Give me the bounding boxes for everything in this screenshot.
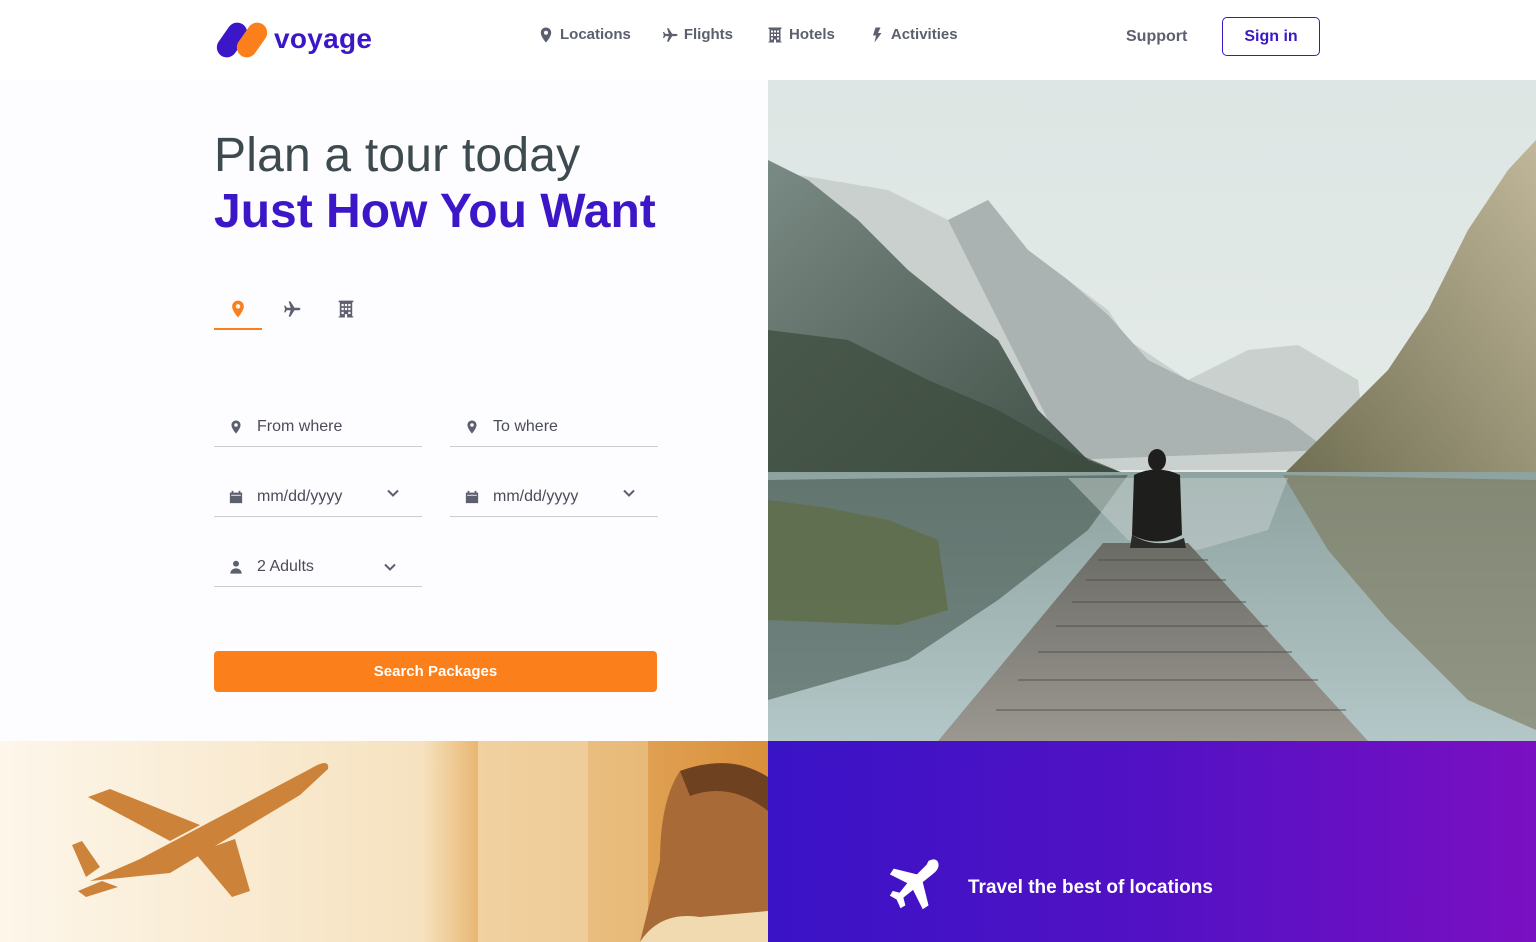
chevron-down-icon	[623, 489, 635, 497]
airplane-icon	[889, 859, 939, 910]
promo-banner: Travel the best of locations	[768, 741, 1536, 942]
logo[interactable]: voyage	[212, 18, 373, 62]
sign-in-button[interactable]: Sign in	[1222, 17, 1320, 56]
airplane-traveler-illustration	[0, 741, 768, 942]
travelers-value: 2 Adults	[257, 557, 314, 575]
depart-date-field[interactable]: mm/dd/yyyy	[214, 477, 422, 517]
map-marker-icon	[540, 27, 552, 42]
building-icon	[338, 300, 354, 318]
map-marker-icon	[467, 419, 477, 434]
return-date-field[interactable]: mm/dd/yyyy	[450, 477, 658, 517]
hero-title: Plan a tour today	[214, 129, 581, 182]
map-marker-icon	[232, 300, 244, 318]
support-link[interactable]: Support	[1126, 28, 1187, 46]
hero-subtitle: Just How You Want	[214, 185, 656, 238]
chevron-down-icon	[387, 489, 399, 497]
nav-item-locations[interactable]: Locations	[538, 26, 631, 43]
hero-image-lake	[768, 80, 1536, 741]
search-packages-button[interactable]: Search Packages	[214, 651, 657, 692]
lake-scene-illustration	[768, 80, 1536, 741]
nav-item-hotels[interactable]: Hotels	[767, 26, 835, 43]
airplane-traveler-image	[0, 741, 768, 942]
tab-locations[interactable]	[214, 290, 262, 330]
return-date-value: mm/dd/yyyy	[493, 487, 579, 505]
nav-item-label: Activities	[890, 26, 958, 43]
promo-text: Travel the best of locations	[968, 877, 1213, 898]
site-header: voyage Locations Flights Hotels Activiti…	[0, 0, 1536, 80]
main-nav: Locations Flights Hotels Activities	[538, 26, 958, 43]
logo-mark-icon	[212, 18, 272, 62]
to-where-input[interactable]	[493, 417, 633, 436]
calendar-icon	[229, 490, 243, 503]
airplane-icon	[662, 27, 678, 42]
airplane-icon	[284, 301, 301, 317]
building-icon	[768, 27, 782, 42]
search-tabs	[214, 290, 376, 330]
nav-item-activities[interactable]: Activities	[869, 26, 958, 43]
nav-item-label: Locations	[560, 26, 631, 43]
chevron-down-icon	[384, 563, 396, 571]
nav-item-label: Flights	[683, 26, 734, 43]
tab-flights[interactable]	[268, 290, 316, 330]
tab-hotels[interactable]	[322, 290, 370, 330]
lightning-icon	[872, 27, 882, 42]
logo-text: voyage	[274, 23, 373, 54]
depart-date-value: mm/dd/yyyy	[257, 487, 343, 505]
to-where-field[interactable]	[450, 407, 658, 447]
calendar-icon	[465, 490, 479, 503]
map-marker-icon	[231, 419, 241, 434]
travelers-select[interactable]: 2 Adults	[214, 547, 422, 587]
nav-item-label: Hotels	[789, 26, 835, 43]
from-where-input[interactable]	[257, 417, 397, 436]
nav-item-flights[interactable]: Flights	[662, 26, 733, 43]
user-icon	[230, 560, 242, 574]
from-where-field[interactable]	[214, 407, 422, 447]
